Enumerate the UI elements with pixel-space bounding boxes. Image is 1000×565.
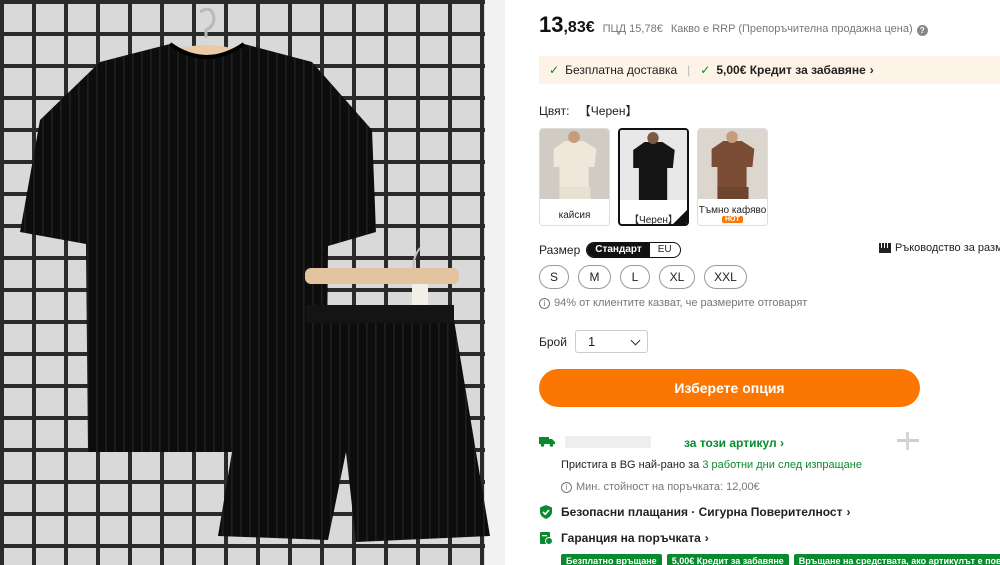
color-label: Цвят: 【Черен】 xyxy=(539,102,637,119)
guarantee-icon xyxy=(540,532,553,545)
guarantee-badges: Безплатно връщане 5,00€ Кредит за забавя… xyxy=(561,554,1000,565)
shipping-row: за този артикул › xyxy=(539,432,1000,452)
shield-check-icon xyxy=(540,505,552,519)
price-decimal: ,83€ xyxy=(563,19,595,36)
min-order-value: i Мин. стойност на поръчката: 12,00€ xyxy=(561,481,760,493)
product-page: 13 ,83€ ПЦД 15,78€ Какво е RRP (Препоръч… xyxy=(0,0,1000,565)
chevron-right-icon: › xyxy=(869,63,874,77)
delay-credit-text: 5,00€ Кредит за забавяне xyxy=(716,63,866,77)
size-options: S M L XL XXL xyxy=(539,265,747,289)
chevron-down-icon xyxy=(630,335,641,345)
badge-delay-credit: 5,00€ Кредит за забавяне xyxy=(666,554,789,565)
badge-free-return: Безплатно връщане xyxy=(561,554,662,565)
ruler-icon xyxy=(879,243,891,253)
size-option-xl[interactable]: XL xyxy=(659,265,695,289)
chevron-right-icon: › xyxy=(846,505,851,519)
price-row: 13 ,83€ ПЦД 15,78€ Какво е RRP (Препоръч… xyxy=(539,12,928,38)
min-order-text: Мин. стойност на поръчката: 12,00€ xyxy=(576,481,760,493)
color-swatches: кайсия 【Черен】 ✓ Тъмно кафяво xyxy=(539,128,768,226)
selected-color: 【Черен】 xyxy=(578,104,638,118)
size-option-m[interactable]: M xyxy=(578,265,611,289)
help-icon[interactable]: ? xyxy=(916,25,928,36)
select-option-button[interactable]: Изберете опция xyxy=(539,369,920,407)
product-details: 13 ,83€ ПЦД 15,78€ Какво е RRP (Препоръч… xyxy=(505,0,1000,565)
quantity-row: Брой 1 xyxy=(539,330,648,353)
size-option-xxl[interactable]: XXL xyxy=(704,265,747,289)
selected-check-icon: ✓ xyxy=(673,210,687,224)
size-guide-link[interactable]: Ръководство за разм xyxy=(879,242,1000,254)
size-header: Размер Стандарт EU xyxy=(539,242,681,258)
order-guarantee-link[interactable]: Гаранция на поръчката › xyxy=(539,531,709,545)
price-integer: 13 xyxy=(539,12,564,37)
color-option-apricot[interactable]: кайсия xyxy=(539,128,610,226)
secure-payments-text: Безопасни плащания · Сигурна Поверително… xyxy=(561,505,843,519)
quantity-value: 1 xyxy=(587,334,596,349)
promo-bar[interactable]: ✓ Безплатна доставка | ✓ 5,00€ Кредит за… xyxy=(539,56,1000,84)
size-system-eu[interactable]: EU xyxy=(650,243,680,257)
swatch-label: кайсия xyxy=(558,210,591,221)
arrival-estimate: Пристига в BG най-рано за 3 работни дни … xyxy=(561,459,862,471)
divider: | xyxy=(687,63,691,77)
blurred-icon xyxy=(897,432,919,450)
arrival-days: 3 работни дни след изпращане xyxy=(702,459,862,471)
hot-badge: HOT xyxy=(722,216,743,223)
color-option-black[interactable]: 【Черен】 ✓ xyxy=(618,128,689,226)
check-icon: ✓ xyxy=(549,63,560,77)
black-thumbnail xyxy=(620,130,687,200)
size-option-l[interactable]: L xyxy=(620,265,650,289)
fit-note-text: 94% от клиентите казват, че размерите от… xyxy=(554,297,808,309)
arrival-prefix: Пристига в BG най-рано за xyxy=(561,459,700,471)
quantity-label: Брой xyxy=(539,334,567,349)
swatch-label: Тъмно кафяво xyxy=(698,205,767,216)
info-icon: i xyxy=(539,297,550,309)
shipping-link-text: за този артикул xyxy=(684,436,777,450)
size-guide-text: Ръководство за разм xyxy=(895,242,1000,254)
secure-payments-link[interactable]: Безопасни плащания · Сигурна Поверително… xyxy=(539,505,850,519)
rrp-price: ПЦД 15,78€ xyxy=(602,23,663,35)
truck-icon xyxy=(539,437,555,447)
free-shipping-text: Безплатна доставка xyxy=(565,63,678,77)
guarantee-text: Гаранция на поръчката xyxy=(561,531,701,545)
check-icon: ✓ xyxy=(700,63,711,77)
chevron-right-icon: › xyxy=(779,436,784,450)
size-system-standard[interactable]: Стандарт xyxy=(587,243,650,257)
badge-refund-damaged: Връщане на средствата, ако артикулът е п… xyxy=(793,554,1000,565)
info-icon: i xyxy=(561,481,572,493)
rrp-explainer-link[interactable]: Какво е RRP (Препоръчителна продажна цен… xyxy=(671,23,913,35)
apricot-thumbnail xyxy=(540,129,609,199)
color-option-dark-brown[interactable]: Тъмно кафяво HOT xyxy=(697,128,768,226)
chevron-right-icon: › xyxy=(704,531,709,545)
size-system-toggle[interactable]: Стандарт EU xyxy=(586,242,681,258)
color-label-text: Цвят: xyxy=(539,104,570,118)
shipping-details-link[interactable]: за този артикул › xyxy=(684,436,784,450)
dark-brown-thumbnail xyxy=(698,129,767,199)
product-image[interactable] xyxy=(0,0,505,565)
size-label: Размер xyxy=(539,243,581,257)
size-option-s[interactable]: S xyxy=(539,265,569,289)
fit-note: i 94% от клиентите казват, че размерите … xyxy=(539,297,807,309)
blurred-shipping-text xyxy=(565,436,651,448)
product-photo xyxy=(0,0,505,565)
quantity-select[interactable]: 1 xyxy=(574,330,648,353)
